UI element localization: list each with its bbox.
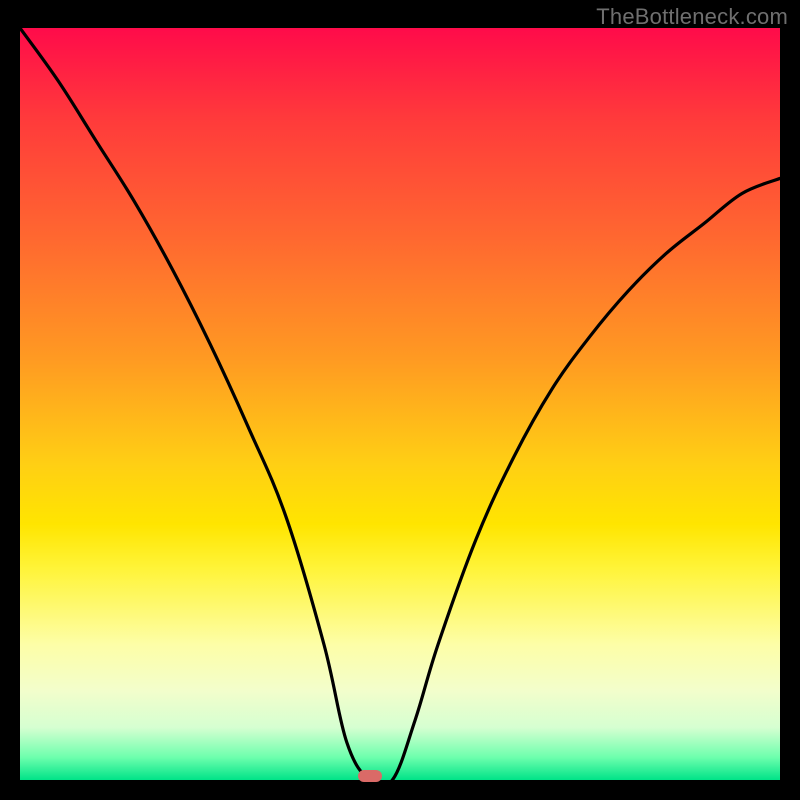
outer-frame: TheBottleneck.com — [0, 0, 800, 800]
plot-area — [20, 28, 780, 780]
bottleneck-curve — [20, 28, 780, 780]
watermark-label: TheBottleneck.com — [596, 4, 788, 30]
minimum-marker — [358, 770, 382, 782]
